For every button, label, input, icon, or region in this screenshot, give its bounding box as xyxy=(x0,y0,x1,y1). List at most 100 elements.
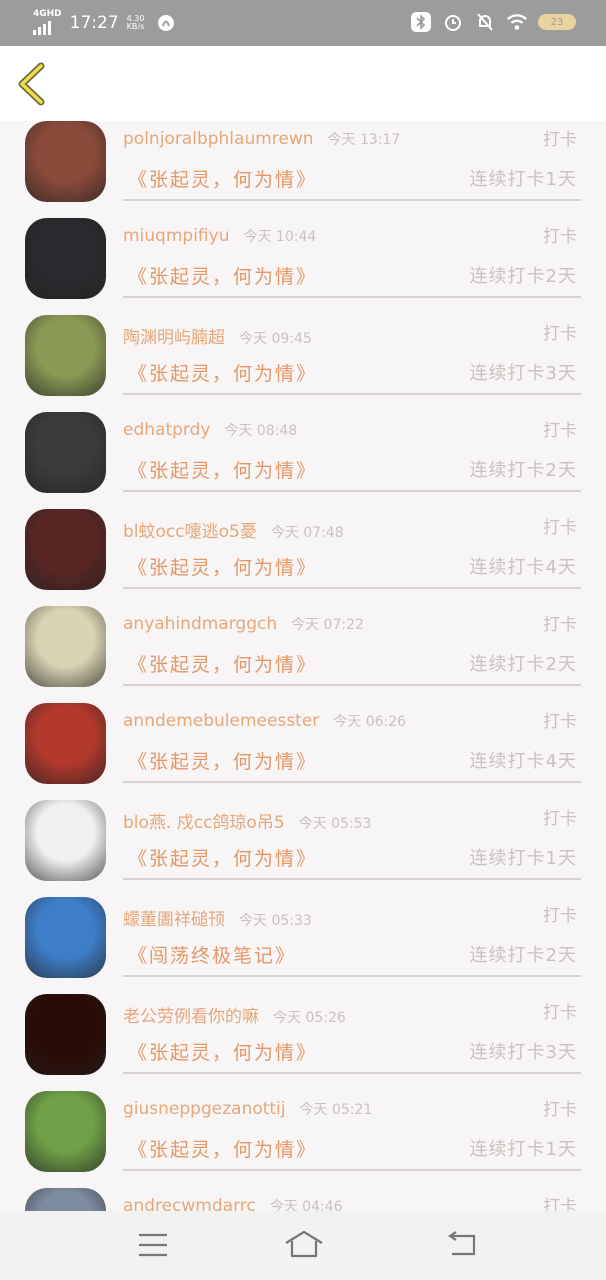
menu-icon xyxy=(139,1233,167,1257)
list-item[interactable]: 蠓董圕祥磓顸 今天 05:33 打卡 《闯荡终极笔记》 连续打卡2天 xyxy=(0,897,606,994)
back-arrow-icon xyxy=(18,62,45,106)
list-item[interactable]: bl蚊occ嚏逃o5憂 今天 07:48 打卡《张起灵，何为情》 连续打卡4天 xyxy=(0,509,606,606)
checkin-streak: 连续打卡3天 xyxy=(469,363,577,384)
checkin-streak: 连续打卡2天 xyxy=(469,945,577,966)
cellular-signal-icon: 4GHD xyxy=(33,10,62,35)
checkin-streak: 连续打卡2天 xyxy=(469,266,577,287)
home-button[interactable] xyxy=(283,1229,325,1261)
book-title[interactable]: 《闯荡终极笔记》 xyxy=(128,941,296,968)
user-name[interactable]: bl蚊occ嚏逃o5憂 今天 07:48 xyxy=(123,517,344,542)
book-title[interactable]: 《张起灵，何为情》 xyxy=(128,1038,317,1065)
user-name[interactable]: blo燕. 戍cc鸽琼o吊5 今天 05:53 xyxy=(123,808,371,833)
app-notification-icon xyxy=(155,12,177,34)
row-divider xyxy=(123,878,581,880)
checkin-label: 打卡 xyxy=(543,1003,577,1023)
user-name[interactable]: 蠓董圕祥磓顸 今天 05:33 xyxy=(123,905,312,930)
book-title[interactable]: 《张起灵，何为情》 xyxy=(128,359,317,386)
user-name-text: 陶渊明屿腩超 xyxy=(123,328,225,348)
bluetooth-icon xyxy=(410,11,432,33)
menu-button[interactable] xyxy=(135,1229,171,1261)
system-nav-bar xyxy=(0,1211,606,1280)
row-divider xyxy=(123,684,581,686)
book-title[interactable]: 《张起灵，何为情》 xyxy=(128,844,317,871)
user-name-text: blo燕. 戍cc鸽琼o吊5 xyxy=(123,813,285,833)
checkin-time: 今天 05:53 xyxy=(298,816,372,832)
book-title[interactable]: 《张起灵，何为情》 xyxy=(128,650,317,677)
checkin-time: 今天 09:45 xyxy=(239,331,312,347)
list-item[interactable]: 陶渊明屿腩超 今天 09:45 打卡 《张起灵，何为情》 连续打卡3天 xyxy=(0,315,606,412)
red-hair-cartoon-avatar[interactable] xyxy=(25,897,106,978)
checkin-time: 今天 07:48 xyxy=(270,525,344,541)
checkin-streak: 连续打卡4天 xyxy=(469,751,577,772)
leaves-plate-avatar[interactable] xyxy=(25,315,106,396)
user-name[interactable]: anyahindmarggch 今天 07:22 xyxy=(123,614,364,634)
green-cartoon-avatar[interactable] xyxy=(25,606,106,687)
user-name[interactable]: edhatprdy 今天 08:48 xyxy=(123,420,297,440)
woman-portrait-avatar[interactable] xyxy=(25,121,106,202)
book-title[interactable]: 《张起灵，何为情》 xyxy=(128,1135,317,1162)
fire-horse-avatar[interactable] xyxy=(25,994,106,1075)
list-item[interactable]: andrecwmdarrc 今天 04:46 打卡 xyxy=(0,1188,606,1211)
row-divider xyxy=(123,296,581,298)
checkin-label: 打卡 xyxy=(543,227,577,247)
book-title[interactable]: 《张起灵，何为情》 xyxy=(128,747,317,774)
row-divider xyxy=(123,781,581,783)
list-item[interactable]: anyahindmarggch 今天 07:22 打卡 《张起灵，何为情》 连续打卡2天 xyxy=(0,606,606,703)
top-bar xyxy=(0,46,606,121)
book-title[interactable]: 《张起灵，何为情》 xyxy=(128,456,317,483)
red-text-avatar[interactable] xyxy=(25,509,106,590)
checkin-label: 打卡 xyxy=(543,712,577,732)
user-name[interactable]: giusneppgezanottij 今天 05:21 xyxy=(123,1099,372,1119)
checkin-time: 今天 06:26 xyxy=(333,714,407,730)
checkin-time: 今天 08:48 xyxy=(224,423,298,439)
list-item[interactable]: giusneppgezanottij 今天 05:21 打卡 《张起灵，何为情》 连续打… xyxy=(0,1091,606,1188)
back-nav-button[interactable] xyxy=(444,1229,480,1261)
user-name[interactable]: 陶渊明屿腩超 今天 09:45 xyxy=(123,323,312,348)
status-bar: 4GHD 17:27 4.30 KB/s 23 xyxy=(0,0,606,46)
checkin-streak: 连续打卡4天 xyxy=(469,557,577,578)
row-divider xyxy=(123,1072,581,1074)
list-item[interactable]: edhatprdy 今天 08:48 打卡 《张起灵，何为情》 连续打卡2天 xyxy=(0,412,606,509)
list-item[interactable]: 老公劳例看你的嘛 今天 05:26 打卡 《张起灵，何为情》 连续打卡3天 xyxy=(0,994,606,1091)
book-title[interactable]: 《张起灵，何为情》 xyxy=(128,165,317,192)
user-name[interactable]: andrecwmdarrc 今天 04:46 xyxy=(123,1196,343,1211)
dark-text-avatar[interactable] xyxy=(25,412,106,493)
checkin-time: 今天 04:46 xyxy=(269,1199,343,1211)
list-item[interactable]: blo燕. 戍cc鸽琼o吊5 今天 05:53 打卡《张起灵，何为情》 连续打卡1天 xyxy=(0,800,606,897)
checkin-time: 今天 05:21 xyxy=(299,1102,373,1118)
checkin-time: 今天 05:26 xyxy=(273,1010,346,1026)
checkin-streak: 连续打卡1天 xyxy=(469,848,577,869)
user-name[interactable]: anndemebulemeesster 今天 06:26 xyxy=(123,711,406,731)
back-button[interactable] xyxy=(14,62,50,106)
battery-icon: 23 xyxy=(538,14,576,30)
user-name-text: 老公劳例看你的嘛 xyxy=(123,1007,259,1027)
red-leaf-avatar[interactable] xyxy=(25,703,106,784)
user-name[interactable]: 老公劳例看你的嘛 今天 05:26 xyxy=(123,1002,346,1027)
user-name-text: polnjoralbphlaumrewn xyxy=(123,129,314,149)
user-name-text: miuqmpifiyu xyxy=(123,226,230,246)
cartoon-boy-avatar[interactable] xyxy=(25,800,106,881)
row-divider xyxy=(123,490,581,492)
user-name[interactable]: miuqmpifiyu 今天 10:44 xyxy=(123,226,316,246)
status-time: 17:27 xyxy=(69,12,119,33)
book-title[interactable]: 《张起灵，何为情》 xyxy=(128,553,317,580)
list-item[interactable]: miuqmpifiyu 今天 10:44 打卡《张起灵，何为情》 连续打卡2天 xyxy=(0,218,606,315)
list-item[interactable]: anndemebulemeesster 今天 06:26 打卡《张起灵，何为情》 连续… xyxy=(0,703,606,800)
checkin-list[interactable]: polnjoralbphlaumrewn 今天 13:17 打卡 《张起灵，何为情》连… xyxy=(0,121,606,1211)
book-title[interactable]: 《张起灵，何为情》 xyxy=(128,262,317,289)
user-name-text: giusneppgezanottij xyxy=(123,1099,286,1119)
user-name[interactable]: polnjoralbphlaumrewn 今天 13:17 xyxy=(123,129,400,149)
portrait-avatar[interactable] xyxy=(25,1188,106,1211)
home-icon xyxy=(285,1230,323,1258)
user-name-text: anyahindmarggch xyxy=(123,614,278,634)
list-item[interactable]: polnjoralbphlaumrewn 今天 13:17 打卡 《张起灵，何为情》 连… xyxy=(0,121,606,218)
user-name-text: andrecwmdarrc xyxy=(123,1196,256,1211)
checkin-time: 今天 07:22 xyxy=(291,617,364,633)
checkin-label: 打卡 xyxy=(543,518,577,538)
checkin-streak: 连续打卡2天 xyxy=(469,460,577,481)
checkin-time: 今天 13:17 xyxy=(327,132,401,148)
dandelion-avatar[interactable] xyxy=(25,1091,106,1172)
back-nav-icon xyxy=(448,1231,476,1256)
dark-warrior-avatar[interactable] xyxy=(25,218,106,299)
checkin-label: 打卡 xyxy=(543,809,577,829)
